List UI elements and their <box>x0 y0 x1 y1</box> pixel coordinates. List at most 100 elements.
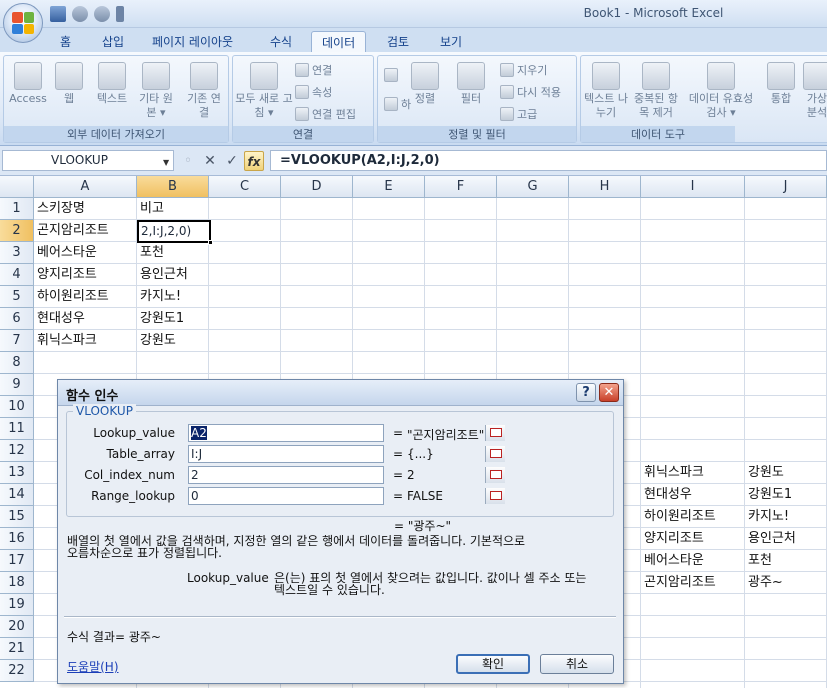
column-header-b[interactable]: B <box>137 176 209 198</box>
cell-i18[interactable]: 곤지암리조트 <box>641 572 745 594</box>
tab-formulas[interactable]: 수식 <box>260 31 302 52</box>
cell-i16[interactable]: 양지리조트 <box>641 528 745 550</box>
cell-a6[interactable]: 현대성우 <box>34 308 137 330</box>
row-header-11[interactable]: 11 <box>0 418 34 440</box>
edit-links-button[interactable]: 연결 편집 <box>295 106 356 122</box>
text-button[interactable]: 텍스트 <box>90 62 134 106</box>
existing-connections-button[interactable]: 기존 연결 <box>184 62 224 120</box>
cell-i14[interactable]: 현대성우 <box>641 484 745 506</box>
select-all-corner[interactable] <box>0 176 34 198</box>
row-header-10[interactable]: 10 <box>0 396 34 418</box>
column-header-a[interactable]: A <box>34 176 137 198</box>
row-header-17[interactable]: 17 <box>0 550 34 572</box>
collapse-dialog-icon[interactable] <box>485 446 505 462</box>
row-header-16[interactable]: 16 <box>0 528 34 550</box>
row-header-21[interactable]: 21 <box>0 638 34 660</box>
sort-az-button[interactable] <box>384 68 401 82</box>
cell-b5[interactable]: 카지노! <box>137 286 209 308</box>
text-to-columns-button[interactable]: 텍스트 나누기 <box>583 62 629 120</box>
access-button[interactable]: Access <box>8 62 48 106</box>
cell-j15[interactable]: 카지노! <box>745 506 827 528</box>
tab-review[interactable]: 검토 <box>377 31 419 52</box>
web-button[interactable]: 웹 <box>52 62 86 106</box>
cell-j14[interactable]: 강원도1 <box>745 484 827 506</box>
cell-b4[interactable]: 용인근처 <box>137 264 209 286</box>
cell-a2[interactable]: 곤지암리조트 <box>34 220 137 242</box>
row-header-20[interactable]: 20 <box>0 616 34 638</box>
column-header-d[interactable]: D <box>281 176 353 198</box>
data-validation-button[interactable]: 데이터 유효성 검사 ▾ <box>685 62 757 120</box>
cancel-icon[interactable]: ✕ <box>200 151 220 171</box>
column-header-h[interactable]: H <box>569 176 641 198</box>
row-header-4[interactable]: 4 <box>0 264 34 286</box>
cell-a1[interactable]: 스키장명 <box>34 198 137 220</box>
row-header-6[interactable]: 6 <box>0 308 34 330</box>
enter-icon[interactable]: ✓ <box>222 151 242 171</box>
cancel-button[interactable]: 취소 <box>540 654 614 674</box>
help-icon[interactable]: ? <box>576 383 596 402</box>
fill-handle[interactable] <box>208 240 213 245</box>
dialog-title-bar[interactable]: 함수 인수 ? ✕ <box>58 380 623 406</box>
column-header-j[interactable]: J <box>745 176 827 198</box>
clear-button[interactable]: 지우기 <box>500 62 547 78</box>
chevron-down-icon[interactable]: ▼ <box>163 158 169 167</box>
cell-a4[interactable]: 양지리조트 <box>34 264 137 286</box>
cell-i15[interactable]: 하이원리조트 <box>641 506 745 528</box>
other-sources-button[interactable]: 기타 원본 ▾ <box>136 62 176 120</box>
consolidate-button[interactable]: 통합 <box>761 62 801 106</box>
row-header-22[interactable]: 22 <box>0 660 34 682</box>
row-header-12[interactable]: 12 <box>0 440 34 462</box>
row-header-3[interactable]: 3 <box>0 242 34 264</box>
row-header-19[interactable]: 19 <box>0 594 34 616</box>
column-header-i[interactable]: I <box>641 176 745 198</box>
refresh-all-button[interactable]: 모두 새로 고침 ▾ <box>235 62 293 120</box>
cell-a7[interactable]: 휘닉스파크 <box>34 330 137 352</box>
row-header-15[interactable]: 15 <box>0 506 34 528</box>
advanced-button[interactable]: 고급 <box>500 106 537 122</box>
insert-function-icon[interactable]: fx <box>244 151 264 171</box>
sort-button[interactable]: 정렬 <box>408 62 442 106</box>
office-button[interactable] <box>3 3 43 43</box>
column-header-g[interactable]: G <box>497 176 569 198</box>
column-header-f[interactable]: F <box>425 176 497 198</box>
row-header-2[interactable]: 2 <box>0 220 34 242</box>
tab-insert[interactable]: 삽입 <box>92 31 134 52</box>
cell-b6[interactable]: 강원도1 <box>137 308 209 330</box>
lookup-value-input[interactable]: A2 <box>188 424 505 442</box>
row-header-8[interactable]: 8 <box>0 352 34 374</box>
range-lookup-input[interactable]: 0 <box>188 487 505 505</box>
tab-view[interactable]: 보기 <box>430 31 472 52</box>
reapply-button[interactable]: 다시 적용 <box>500 84 561 100</box>
tab-data[interactable]: 데이터 <box>311 31 367 52</box>
cell-i13[interactable]: 휘닉스파크 <box>641 462 745 484</box>
connections-button[interactable]: 연결 <box>295 62 332 78</box>
properties-button[interactable]: 속성 <box>295 84 332 100</box>
column-header-e[interactable]: E <box>353 176 425 198</box>
table-array-input[interactable]: I:J <box>188 445 505 463</box>
row-header-14[interactable]: 14 <box>0 484 34 506</box>
formula-input[interactable]: =VLOOKUP(A2,I:J,2,0) <box>270 150 827 171</box>
help-link[interactable]: 도움말(H) <box>67 658 119 675</box>
cell-a3[interactable]: 베어스타운 <box>34 242 137 264</box>
cell-b1[interactable]: 비고 <box>137 198 209 220</box>
close-icon[interactable]: ✕ <box>599 383 619 402</box>
tab-page-layout[interactable]: 페이지 레이아웃 <box>142 31 243 52</box>
cell-j16[interactable]: 용인근처 <box>745 528 827 550</box>
cell-a5[interactable]: 하이원리조트 <box>34 286 137 308</box>
cell-b3[interactable]: 포천 <box>137 242 209 264</box>
tab-home[interactable]: 홈 <box>50 31 81 52</box>
collapse-dialog-icon[interactable] <box>485 467 505 483</box>
row-header-18[interactable]: 18 <box>0 572 34 594</box>
cell-j13[interactable]: 강원도 <box>745 462 827 484</box>
collapse-dialog-icon[interactable] <box>485 425 505 441</box>
what-if-button[interactable]: 가상 분석 <box>803 62 827 120</box>
column-header-c[interactable]: C <box>209 176 281 198</box>
cell-j17[interactable]: 포천 <box>745 550 827 572</box>
name-box[interactable]: VLOOKUP <box>2 150 174 171</box>
collapse-dialog-icon[interactable] <box>485 488 505 504</box>
col-index-num-input[interactable]: 2 <box>188 466 505 484</box>
row-header-1[interactable]: 1 <box>0 198 34 220</box>
filter-button[interactable]: 필터 <box>454 62 488 106</box>
remove-duplicates-button[interactable]: 중복된 항목 제거 <box>631 62 681 120</box>
row-header-13[interactable]: 13 <box>0 462 34 484</box>
